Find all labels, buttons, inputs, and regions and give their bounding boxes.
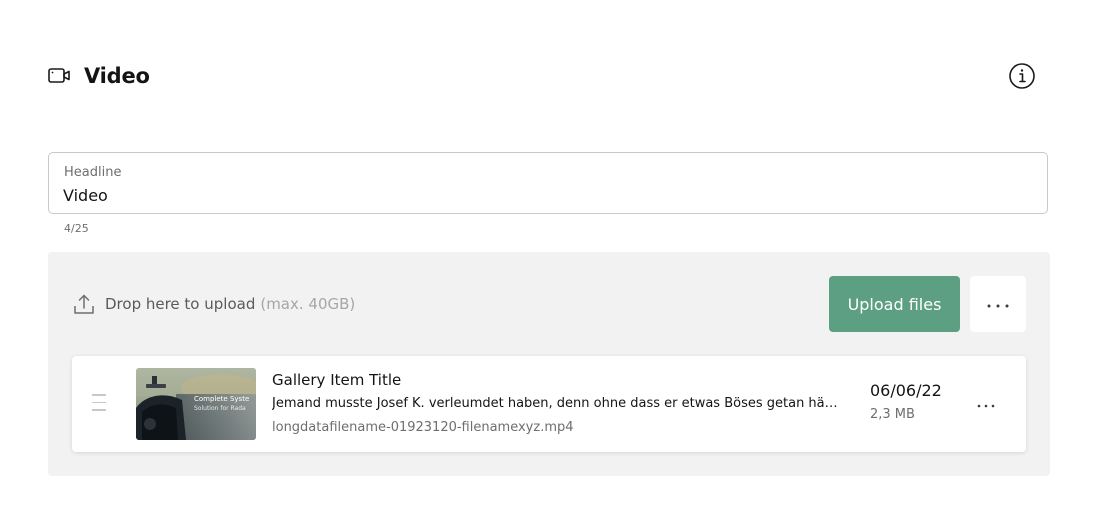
- item-file-size: 2,3 MB: [870, 407, 915, 422]
- thumbnail-caption-line1: Complete Syste: [194, 395, 249, 403]
- video-camera-icon: [48, 66, 72, 86]
- item-date: 06/06/22: [870, 381, 942, 400]
- item-more-button[interactable]: [972, 390, 1000, 418]
- drop-size-hint: (max. 40GB): [260, 295, 356, 313]
- module-title: Video: [84, 64, 150, 88]
- character-counter: 4/25: [64, 222, 89, 235]
- list-item[interactable]: Complete Syste Solution for Rada Gallery…: [72, 356, 1026, 452]
- video-module: Video Headline 4/25 Drop here to: [0, 0, 1098, 524]
- headline-label: Headline: [64, 165, 122, 180]
- thumbnail-caption-line2: Solution for Rada: [194, 405, 246, 412]
- drop-zone[interactable]: Drop here to upload (max. 40GB): [73, 292, 355, 316]
- upload-files-button[interactable]: Upload files: [829, 276, 960, 332]
- video-thumbnail[interactable]: Complete Syste Solution for Rada: [136, 368, 256, 440]
- headline-field[interactable]: Headline: [48, 152, 1048, 214]
- module-header: Video: [48, 58, 1036, 94]
- info-icon[interactable]: [1008, 62, 1036, 90]
- headline-input[interactable]: [63, 184, 1023, 206]
- item-title: Gallery Item Title: [272, 371, 402, 389]
- panel-more-button[interactable]: [970, 276, 1026, 332]
- item-description: Jemand musste Josef K. verleumdet haben,…: [272, 396, 842, 411]
- drag-handle-icon[interactable]: [92, 394, 108, 416]
- more-horizontal-icon: [976, 397, 996, 412]
- more-horizontal-icon: [986, 297, 1010, 312]
- drop-text: Drop here to upload: [105, 295, 256, 313]
- upload-panel: Drop here to upload (max. 40GB) Upload f…: [48, 252, 1050, 476]
- item-filename: longdatafilename-01923120-filenamexyz.mp…: [272, 420, 574, 435]
- upload-icon: [73, 293, 95, 315]
